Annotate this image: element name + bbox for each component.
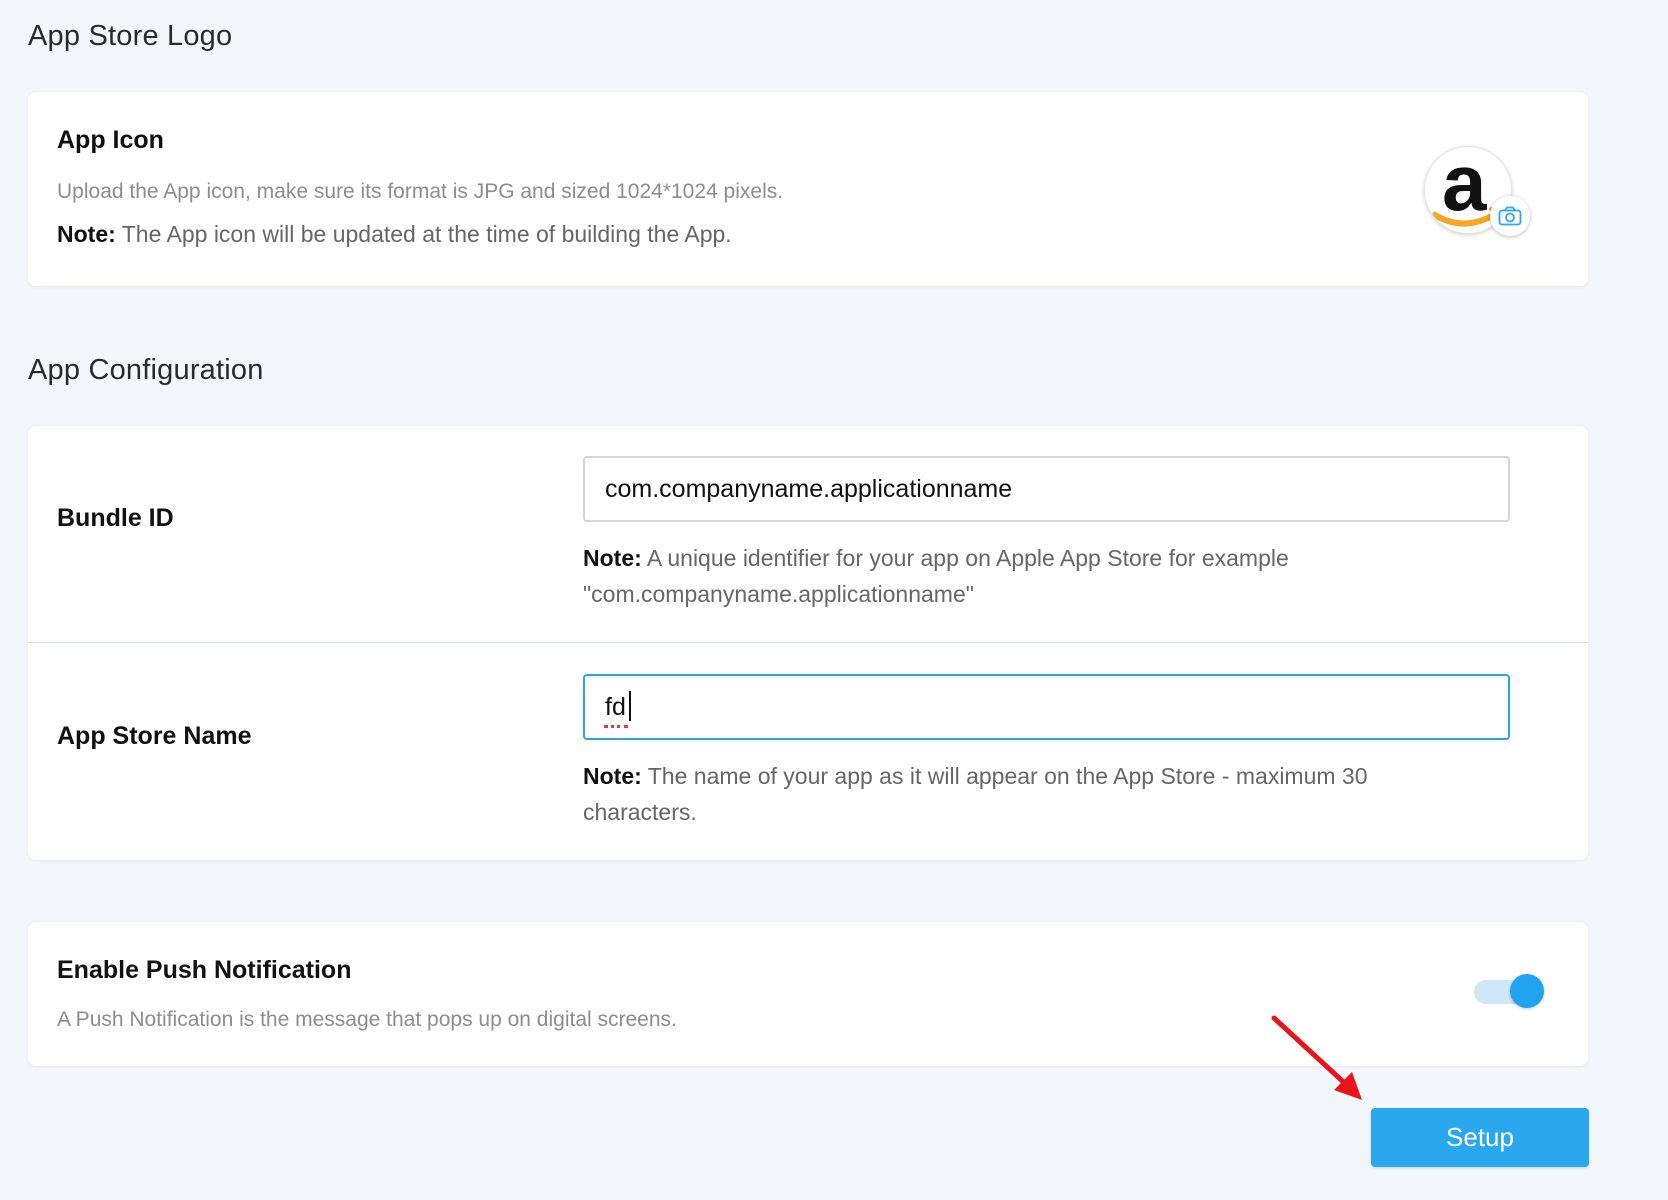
camera-icon[interactable] bbox=[1490, 196, 1530, 236]
row-divider bbox=[28, 642, 1588, 643]
app-store-name-note-line1: Note: The name of your app as it will ap… bbox=[583, 758, 1368, 794]
app-store-name-note: Note: The name of your app as it will ap… bbox=[583, 758, 1368, 830]
page: App Store Logo App Icon Upload the App i… bbox=[0, 0, 1668, 1200]
note-text: The App icon will be updated at the time… bbox=[115, 221, 732, 247]
app-store-name-note-line2: characters. bbox=[583, 799, 697, 825]
app-icon-label: App Icon bbox=[57, 126, 164, 154]
app-icon-card: App Icon Upload the App icon, make sure … bbox=[28, 92, 1588, 286]
app-icon-description: Upload the App icon, make sure its forma… bbox=[57, 180, 784, 203]
bundle-id-note: Note: A unique identifier for your app o… bbox=[583, 540, 1289, 612]
note-prefix: Note: bbox=[57, 221, 116, 247]
push-notification-label: Enable Push Notification bbox=[57, 956, 352, 984]
section-title-app-store-logo: App Store Logo bbox=[28, 20, 233, 52]
app-store-name-label: App Store Name bbox=[57, 722, 252, 750]
app-configuration-card: Bundle ID Note: A unique identifier for … bbox=[28, 426, 1588, 860]
bundle-id-input[interactable] bbox=[583, 456, 1510, 522]
note-prefix: Note: bbox=[583, 545, 642, 571]
push-notification-description: A Push Notification is the message that … bbox=[57, 1008, 677, 1031]
setup-button[interactable]: Setup bbox=[1371, 1108, 1589, 1167]
note-text: The name of your app as it will appear o… bbox=[641, 763, 1368, 789]
text-caret bbox=[629, 691, 631, 721]
spellcheck-underline bbox=[604, 721, 628, 728]
bundle-id-label: Bundle ID bbox=[57, 504, 174, 532]
toggle-knob bbox=[1510, 974, 1544, 1008]
app-icon-uploader[interactable]: a bbox=[1424, 146, 1530, 236]
note-prefix: Note: bbox=[583, 763, 642, 789]
red-arrow-icon bbox=[1271, 1015, 1362, 1100]
app-store-name-input[interactable] bbox=[583, 674, 1510, 740]
bundle-id-note-line1: Note: A unique identifier for your app o… bbox=[583, 540, 1289, 576]
section-title-app-configuration: App Configuration bbox=[28, 354, 264, 386]
note-text: A unique identifier for your app on Appl… bbox=[641, 545, 1289, 571]
camera-glyph bbox=[1498, 206, 1522, 226]
app-icon-note: Note: The App icon will be updated at th… bbox=[57, 216, 732, 252]
bundle-id-note-line2: "com.companyname.applicationname" bbox=[583, 581, 974, 607]
push-notification-toggle[interactable] bbox=[1474, 974, 1544, 1008]
